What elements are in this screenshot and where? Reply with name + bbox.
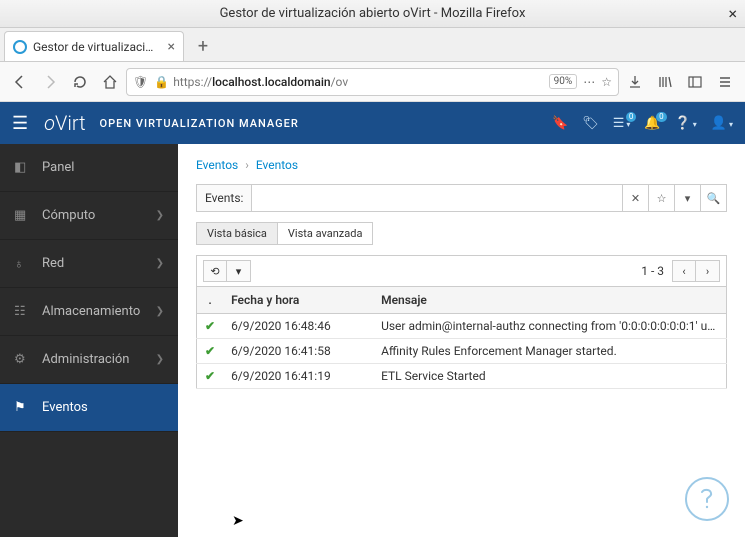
filter-clear-button[interactable]: ✕ xyxy=(622,185,648,211)
help-icon[interactable]: ❔▾ xyxy=(675,116,697,131)
table-controls: ⟲ ▾ 1 - 3 ‹ › xyxy=(196,255,727,286)
sidebar-toggle-button[interactable] xyxy=(681,68,709,96)
window-close-button[interactable]: × xyxy=(728,4,737,23)
flag-icon: ⚑ xyxy=(14,400,32,415)
new-tab-button[interactable]: + xyxy=(188,31,218,61)
help-bubble-button[interactable] xyxy=(685,477,729,521)
filter-search-button[interactable]: 🔍 xyxy=(700,185,726,211)
ok-icon: ✔ xyxy=(205,319,215,333)
tasks-icon[interactable]: ☰0▾ xyxy=(613,116,631,131)
ok-icon: ✔ xyxy=(205,369,215,383)
shield-icon: 🛡 xyxy=(133,75,148,89)
table-row[interactable]: ✔ 6/9/2020 16:48:46 User admin@internal-… xyxy=(197,314,727,339)
window-titlebar: Gestor de virtualización abierto oVirt -… xyxy=(0,0,745,28)
brand-subtitle: OPEN VIRTUALIZATION MANAGER xyxy=(100,117,299,130)
sidebar-item-panel[interactable]: ◧ Panel xyxy=(0,144,178,192)
browser-navbar: 🛡 🔒 https://localhost.localdomain/ov 90%… xyxy=(0,62,745,102)
table-row[interactable]: ✔ 6/9/2020 16:41:19 ETL Service Started xyxy=(197,364,727,389)
brand-logo: oVirt xyxy=(44,111,85,135)
breadcrumb-current: Eventos xyxy=(256,158,298,172)
pager-next-button[interactable]: › xyxy=(696,260,720,282)
filter-input[interactable] xyxy=(252,185,622,211)
col-message[interactable]: Mensaje xyxy=(373,287,726,314)
mouse-cursor: ➤ xyxy=(232,513,244,529)
tab-title: Gestor de virtualización a xyxy=(33,40,160,54)
nav-toggle-button[interactable]: ☰ xyxy=(12,113,28,134)
back-button[interactable] xyxy=(6,68,34,96)
tag-icon[interactable]: 🏷 xyxy=(582,116,599,131)
tab-advanced-view[interactable]: Vista avanzada xyxy=(278,222,374,245)
network-icon: ♁ xyxy=(14,256,32,272)
chevron-right-icon: ❯ xyxy=(156,306,164,317)
bookmark-star-icon[interactable]: ☆ xyxy=(601,75,612,89)
dashboard-icon: ◧ xyxy=(14,160,32,175)
page-actions-icon[interactable]: ⋯ xyxy=(583,75,595,89)
browser-tabstrip: Gestor de virtualización a × + xyxy=(0,28,745,62)
url-text: https://localhost.localdomain/ov xyxy=(173,75,544,89)
bell-icon[interactable]: 🔔0 xyxy=(644,116,660,131)
zoom-indicator[interactable]: 90% xyxy=(549,74,578,89)
downloads-button[interactable] xyxy=(621,68,649,96)
breadcrumb-root[interactable]: Eventos xyxy=(196,158,238,172)
tab-close-button[interactable]: × xyxy=(168,39,175,55)
sidebar-item-storage[interactable]: ☷ Almacenamiento ❯ xyxy=(0,288,178,336)
pager-prev-button[interactable]: ‹ xyxy=(672,260,696,282)
breadcrumb: Eventos › Eventos xyxy=(196,158,727,172)
chevron-right-icon: ❯ xyxy=(156,210,164,221)
filter-dropdown-button[interactable]: ▾ xyxy=(674,185,700,211)
col-time[interactable]: Fecha y hora xyxy=(223,287,373,314)
pager-range: 1 - 3 xyxy=(641,264,664,278)
window-title: Gestor de virtualización abierto oVirt -… xyxy=(220,6,526,21)
content-area: Eventos › Eventos Events: ✕ ☆ ▾ 🔍 Vista … xyxy=(178,144,745,537)
app-header: ☰ oVirt OPEN VIRTUALIZATION MANAGER 🔖 🏷 … xyxy=(0,102,745,144)
chevron-right-icon: ❯ xyxy=(156,258,164,269)
events-table: . Fecha y hora Mensaje ✔ 6/9/2020 16:48:… xyxy=(196,286,727,389)
sidebar-item-network[interactable]: ♁ Red ❯ xyxy=(0,240,178,288)
browser-tab[interactable]: Gestor de virtualización a × xyxy=(4,31,184,61)
sidebar: ◧ Panel ▦ Cómputo ❯ ♁ Red ❯ ☷ Almacenami… xyxy=(0,144,178,537)
refresh-dropdown-button[interactable]: ▾ xyxy=(227,260,251,282)
breadcrumb-sep: › xyxy=(245,158,249,172)
sidebar-item-admin[interactable]: ⚙ Administración ❯ xyxy=(0,336,178,384)
ovirt-favicon xyxy=(13,40,27,54)
url-bar[interactable]: 🛡 🔒 https://localhost.localdomain/ov 90%… xyxy=(126,68,619,96)
ok-icon: ✔ xyxy=(205,344,215,358)
bookmark-icon[interactable]: 🔖 xyxy=(552,116,568,131)
view-tabs: Vista básica Vista avanzada xyxy=(196,222,727,245)
sidebar-item-events[interactable]: ⚑ Eventos xyxy=(0,384,178,432)
sidebar-item-compute[interactable]: ▦ Cómputo ❯ xyxy=(0,192,178,240)
gear-icon: ⚙ xyxy=(14,352,32,367)
filter-label: Events: xyxy=(197,185,252,211)
filter-bookmark-button[interactable]: ☆ xyxy=(648,185,674,211)
lock-icon: 🔒 xyxy=(154,75,169,89)
col-status[interactable]: . xyxy=(197,287,224,314)
tab-basic-view[interactable]: Vista básica xyxy=(196,222,278,245)
home-button[interactable] xyxy=(96,68,124,96)
menu-button[interactable] xyxy=(711,68,739,96)
library-button[interactable] xyxy=(651,68,679,96)
user-icon[interactable]: 👤▾ xyxy=(711,116,733,131)
filter-bar: Events: ✕ ☆ ▾ 🔍 xyxy=(196,184,727,212)
table-row[interactable]: ✔ 6/9/2020 16:41:58 Affinity Rules Enfor… xyxy=(197,339,727,364)
compute-icon: ▦ xyxy=(14,208,32,223)
chevron-right-icon: ❯ xyxy=(156,354,164,365)
refresh-button[interactable]: ⟲ xyxy=(203,260,227,282)
forward-button[interactable] xyxy=(36,68,64,96)
reload-button[interactable] xyxy=(66,68,94,96)
storage-icon: ☷ xyxy=(14,304,32,319)
